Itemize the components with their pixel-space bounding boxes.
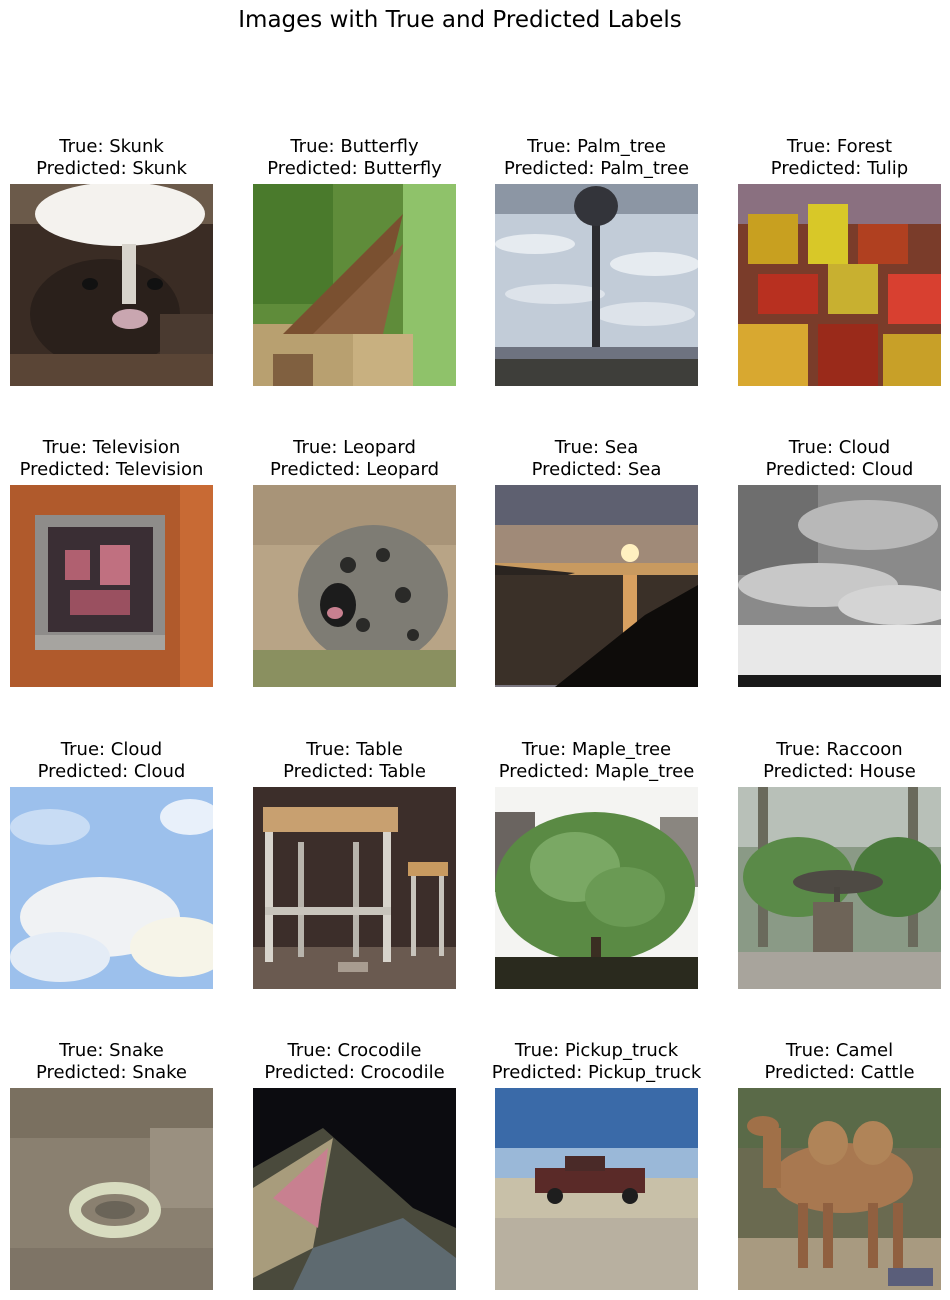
panel-title: True: Snake Predicted: Snake	[0, 1040, 243, 1084]
panel-title: True: Cloud Predicted: Cloud	[708, 437, 950, 481]
true-label: True: Pickup_truck	[514, 1040, 679, 1061]
panel-title: True: Pickup_truck Predicted: Pickup_tru…	[465, 1040, 728, 1084]
predicted-label: Predicted: Cloud	[37, 761, 186, 782]
true-label: True: Sea	[554, 437, 639, 458]
predicted-label: Predicted: Snake	[35, 1062, 187, 1083]
true-label: True: Forest	[786, 136, 893, 157]
panel-title: True: Maple_tree Predicted: Maple_tree	[465, 739, 728, 783]
true-label: True: Butterfly	[290, 136, 419, 157]
panel-title: True: Forest Predicted: Tulip	[708, 136, 950, 180]
predicted-label: Predicted: Maple_tree	[498, 761, 695, 782]
true-label: True: Snake	[59, 1040, 164, 1061]
panel-title: True: Crocodile Predicted: Crocodile	[223, 1040, 486, 1084]
true-label: True: Television	[42, 437, 181, 458]
panel-title: True: Camel Predicted: Cattle	[708, 1040, 950, 1084]
predicted-label: Predicted: Butterfly	[267, 158, 442, 179]
skunk-image	[10, 184, 213, 386]
predicted-label: Predicted: Leopard	[269, 459, 440, 480]
panel-title: True: Cloud Predicted: Cloud	[0, 739, 243, 783]
true-label: True: Cloud	[60, 739, 163, 760]
true-label: True: Skunk	[59, 136, 164, 157]
forest-image	[738, 184, 941, 386]
predicted-label: Predicted: Skunk	[36, 158, 187, 179]
predicted-label: Predicted: Table	[283, 761, 426, 782]
crocodile-image	[253, 1088, 456, 1290]
table-image	[253, 787, 456, 989]
panel-title: True: Palm_tree Predicted: Palm_tree	[465, 136, 728, 180]
true-label: True: Maple_tree	[521, 739, 672, 760]
predicted-label: Predicted: Cloud	[765, 459, 914, 480]
predicted-label: Predicted: Sea	[531, 459, 662, 480]
true-label: True: Crocodile	[287, 1040, 422, 1061]
true-label: True: Palm_tree	[527, 136, 666, 157]
sea-image	[495, 485, 698, 687]
panel-title: True: Raccoon Predicted: House	[708, 739, 950, 783]
true-label: True: Cloud	[788, 437, 891, 458]
predicted-label: Predicted: Tulip	[770, 158, 909, 179]
palm-tree-image	[495, 184, 698, 386]
predicted-label: Predicted: Palm_tree	[503, 158, 690, 179]
predicted-label: Predicted: Crocodile	[264, 1062, 445, 1083]
pickup-truck-image	[495, 1088, 698, 1290]
true-label: True: Leopard	[293, 437, 416, 458]
raccoon-image	[738, 787, 941, 989]
predicted-label: Predicted: House	[763, 761, 916, 782]
true-label: True: Raccoon	[776, 739, 903, 760]
true-label: True: Table	[306, 739, 403, 760]
television-image	[10, 485, 213, 687]
panel-title: True: Skunk Predicted: Skunk	[0, 136, 243, 180]
cloud-blue-image	[10, 787, 213, 989]
predicted-label: Predicted: Cattle	[764, 1062, 915, 1083]
leopard-image	[253, 485, 456, 687]
true-label: True: Camel	[785, 1040, 894, 1061]
panel-title: True: Leopard Predicted: Leopard	[223, 437, 486, 481]
cloud-gray-image	[738, 485, 941, 687]
panel-title: True: Butterfly Predicted: Butterfly	[223, 136, 486, 180]
panel-title: True: Sea Predicted: Sea	[465, 437, 728, 481]
snake-image	[10, 1088, 213, 1290]
predicted-label: Predicted: Pickup_truck	[491, 1062, 702, 1083]
predicted-label: Predicted: Television	[19, 459, 204, 480]
butterfly-image	[253, 184, 456, 386]
maple-tree-image	[495, 787, 698, 989]
figure-title: Images with True and Predicted Labels	[238, 7, 682, 33]
panel-title: True: Table Predicted: Table	[223, 739, 486, 783]
camel-image	[738, 1088, 941, 1290]
panel-title: True: Television Predicted: Television	[0, 437, 243, 481]
